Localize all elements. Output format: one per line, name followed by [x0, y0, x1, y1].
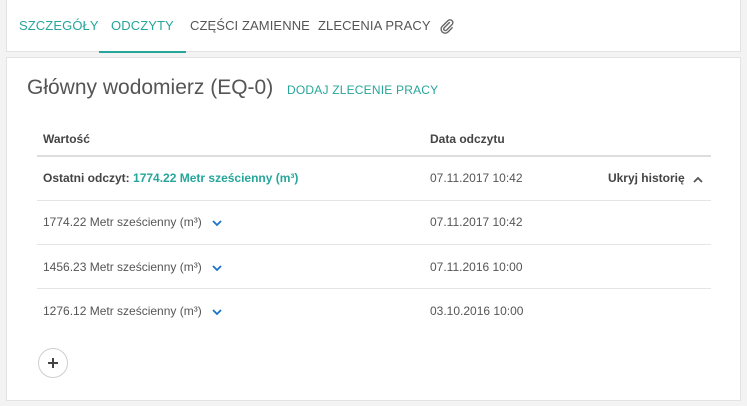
reading-value: 1774.22 Metr sześcienny (m³) — [43, 215, 202, 229]
column-header-value: Wartość — [43, 132, 90, 146]
add-reading-button[interactable] — [38, 348, 68, 378]
history-row-value: 1774.22 Metr sześcienny (m³) — [43, 215, 222, 230]
latest-reading-value: 1774.22 Metr sześcienny (m³) — [133, 171, 299, 185]
reading-value: 1276.12 Metr sześcienny (m³) — [43, 304, 202, 318]
history-row-value: 1456.23 Metr sześcienny (m³) — [43, 260, 222, 275]
hide-history-toggle[interactable]: Ukryj historię — [608, 171, 703, 186]
history-row-value: 1276.12 Metr sześcienny (m³) — [43, 304, 222, 319]
row-divider — [37, 200, 711, 201]
page-title: Główny wodomierz (EQ-0) — [27, 76, 274, 99]
plus-icon — [48, 358, 58, 368]
history-row-date: 07.11.2017 10:42 — [430, 215, 523, 229]
history-row-date: 07.11.2016 10:00 — [430, 260, 523, 274]
reading-value: 1456.23 Metr sześcienny (m³) — [43, 260, 202, 274]
header-divider — [37, 155, 711, 157]
chevron-down-icon[interactable] — [212, 305, 222, 319]
row-divider — [37, 288, 711, 289]
history-row-date: 03.10.2016 10:00 — [430, 304, 524, 318]
tab-work-orders[interactable]: ZLECENIA PRACY — [318, 0, 431, 52]
latest-reading-label: Ostatni odczyt: — [43, 171, 130, 185]
row-divider — [37, 244, 711, 245]
chevron-down-icon[interactable] — [212, 216, 222, 230]
readings-panel: Główny wodomierz (EQ-0) DODAJ ZLECENIE P… — [6, 57, 741, 401]
latest-reading-date: 07.11.2017 10:42 — [430, 171, 523, 185]
latest-reading: Ostatni odczyt: 1774.22 Metr sześcienny … — [43, 171, 298, 185]
add-work-order-link[interactable]: DODAJ ZLECENIE PRACY — [287, 83, 438, 97]
tab-bar: SZCZEGÓŁY ODCZYTY CZĘŚCI ZAMIENNE ZLECEN… — [6, 0, 741, 53]
chevron-up-icon — [693, 172, 703, 186]
hide-history-label: Ukryj historię — [607, 171, 685, 185]
tab-spare-parts[interactable]: CZĘŚCI ZAMIENNE — [190, 0, 310, 52]
tab-readings[interactable]: ODCZYTY — [99, 0, 186, 53]
tab-details[interactable]: SZCZEGÓŁY — [19, 0, 99, 52]
column-header-date: Data odczytu — [430, 132, 505, 146]
chevron-down-icon[interactable] — [212, 261, 222, 275]
paperclip-icon[interactable] — [439, 18, 455, 34]
